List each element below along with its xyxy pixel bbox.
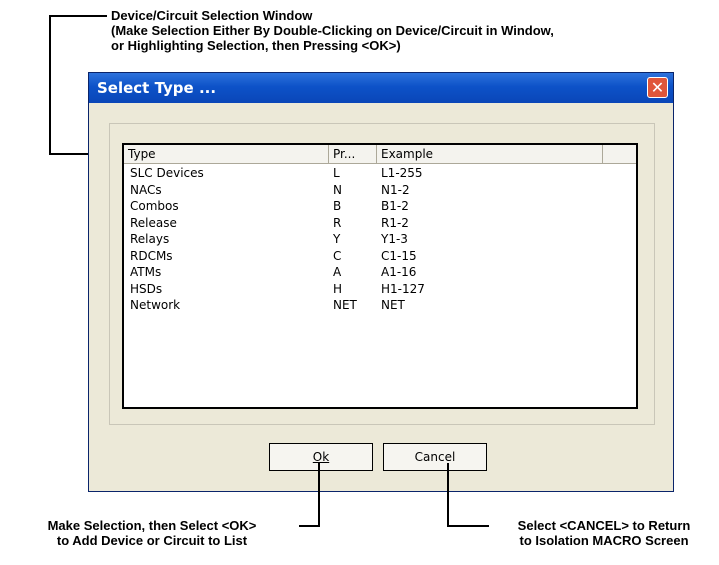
list-item[interactable]: RDCMs C C1-15 <box>124 249 636 264</box>
list-item-prefix: L <box>333 166 340 180</box>
select-type-dialog: Select Type ... ✕ Type Pr... Example SLC… <box>88 72 674 492</box>
callout-top-line1: Device/Circuit Selection Window <box>111 8 313 23</box>
dialog-titlebar[interactable]: Select Type ... ✕ <box>89 73 673 103</box>
callout-top-leader-v <box>49 15 51 155</box>
list-item-prefix: Y <box>333 232 341 246</box>
list-item-prefix: NET <box>333 298 357 312</box>
list-item-prefix: B <box>333 199 342 213</box>
list-item-prefix: C <box>333 248 342 263</box>
list-item-type: ATMs <box>130 265 162 279</box>
list-item-example: H1-127 <box>381 281 425 296</box>
callout-cancel-line2: to Isolation MACRO Screen <box>519 533 689 548</box>
list-header: Type Pr... Example <box>124 145 636 164</box>
cancel-button-label: Cancel <box>414 450 456 464</box>
list-item-type: RDCMs <box>130 248 173 263</box>
list-item-type: HSDs <box>130 281 163 296</box>
list-item-type: Combos <box>130 199 179 213</box>
callout-ok-leader-v <box>318 463 320 527</box>
callout-cancel-leader-h <box>447 525 489 527</box>
column-header-example[interactable]: Example <box>377 145 603 163</box>
column-header-type[interactable]: Type <box>124 145 329 163</box>
list-item-example: A1-16 <box>381 265 417 279</box>
callout-top-leader-h <box>49 15 107 17</box>
list-item-example: R1-2 <box>381 215 409 230</box>
close-icon[interactable]: ✕ <box>647 77 668 98</box>
list-item-example: Y1-3 <box>381 232 408 246</box>
callout-cancel-line1: Select <CANCEL> to Return <box>517 518 691 533</box>
list-item-example: N1-2 <box>381 182 410 197</box>
ok-button[interactable]: Ok <box>269 443 373 471</box>
list-item[interactable]: SLC Devices L L1-255 <box>124 166 636 181</box>
callout-cancel-leader-v <box>447 463 449 527</box>
callout-ok-line2: to Add Device or Circuit to List <box>56 533 248 548</box>
list-item[interactable]: Relays Y Y1-3 <box>124 232 636 247</box>
list-item-type: Relays <box>130 232 170 246</box>
list-item-type: Network <box>130 298 181 312</box>
list-item[interactable]: Network NET NET <box>124 298 636 313</box>
list-item-prefix: A <box>333 265 342 279</box>
type-listview[interactable]: Type Pr... Example SLC Devices L L1-255 NAC… <box>122 143 638 409</box>
list-item-type: SLC Devices <box>130 166 204 180</box>
callout-top-line3: or Highlighting Selection, then Pressing… <box>111 38 401 53</box>
list-item-prefix: R <box>333 215 342 230</box>
list-item-example: C1-15 <box>381 248 417 263</box>
list-item[interactable]: ATMs A A1-16 <box>124 265 636 280</box>
list-item-example: NET <box>381 298 405 312</box>
list-item-type: NACs <box>130 182 162 197</box>
callout-ok-leader-h <box>299 525 320 527</box>
list-item[interactable]: HSDs H H1-127 <box>124 282 636 297</box>
list-item-example: L1-255 <box>381 166 423 180</box>
callout-top-line2: (Make Selection Either By Double-Clickin… <box>111 23 554 38</box>
list-item[interactable]: Release R R1-2 <box>124 216 636 231</box>
ok-button-label: Ok <box>312 450 330 464</box>
list-item-example: B1-2 <box>381 199 409 213</box>
callout-ok-line1: Make Selection, then Select <OK> <box>47 518 257 533</box>
column-header-prefix[interactable]: Pr... <box>329 145 377 163</box>
dialog-title: Select Type ... <box>97 79 217 97</box>
list-item-prefix: H <box>333 281 343 296</box>
list-item-type: Release <box>130 215 177 230</box>
list-item[interactable]: NACs N N1-2 <box>124 183 636 198</box>
list-item-prefix: N <box>333 182 342 197</box>
list-item[interactable]: Combos B B1-2 <box>124 199 636 214</box>
cancel-button[interactable]: Cancel <box>383 443 487 471</box>
